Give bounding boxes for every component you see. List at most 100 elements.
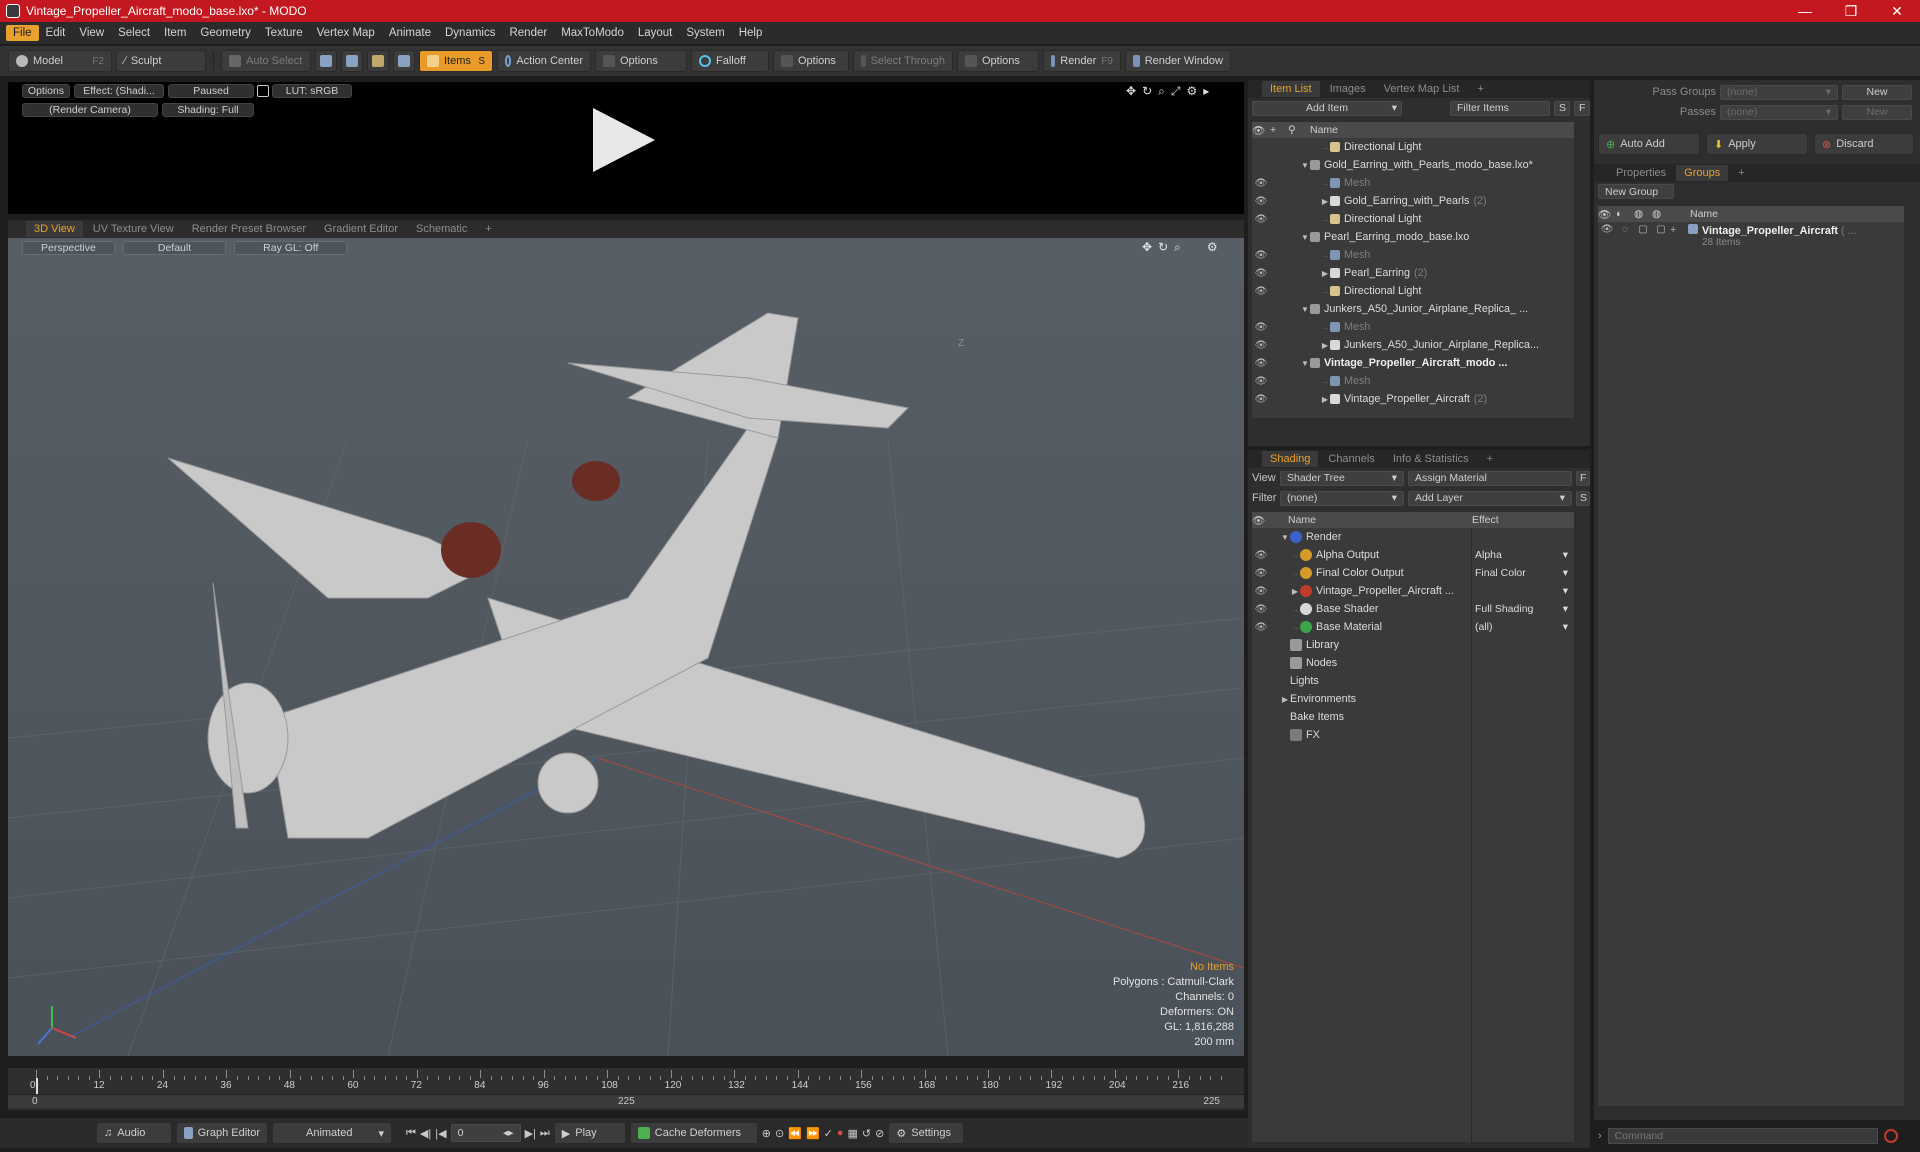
- menu-animate[interactable]: Animate: [382, 25, 438, 41]
- key-next-icon[interactable]: ⏩: [806, 1127, 820, 1140]
- item-list-row[interactable]: 👁 → Mesh: [1252, 372, 1574, 390]
- item-list-row[interactable]: 👁 ▶ Vintage_Propeller_Aircraft (2): [1252, 390, 1574, 408]
- action-center-options-button[interactable]: Options: [595, 50, 687, 72]
- render-button[interactable]: Render F9: [1043, 50, 1121, 72]
- expand-arrow-icon[interactable]: ▶: [1320, 269, 1330, 278]
- shader-row[interactable]: Library: [1252, 636, 1574, 654]
- shader-tree[interactable]: 👁 Name Effect ▼ Render 👁 → Alpha Output Alpha ▾ 👁…: [1252, 512, 1574, 1142]
- group-row[interactable]: 👁 ◌ ▢ ▢ + Vintage_Propeller_Aircraft ( ... …: [1598, 222, 1904, 252]
- shader-row[interactable]: FX: [1252, 726, 1574, 744]
- shader-row[interactable]: ▼ Render: [1252, 528, 1574, 546]
- auto-select-button[interactable]: Auto Select: [221, 50, 311, 72]
- menu-maxtomodo[interactable]: MaxToModo: [554, 25, 631, 41]
- apply-button[interactable]: ⬇ Apply: [1706, 133, 1808, 155]
- item-list-row[interactable]: ▼ Pearl_Earring_modo_base.lxo: [1252, 228, 1574, 246]
- item-list-row[interactable]: 👁 ▶ Pearl_Earring (2): [1252, 264, 1574, 282]
- render-window-button[interactable]: Render Window: [1125, 50, 1231, 72]
- tab-properties[interactable]: Properties: [1608, 165, 1674, 181]
- raygl-dropdown[interactable]: Ray GL: Off: [234, 241, 348, 255]
- timeline[interactable]: 0 12 24 36 48 60 72 84 96 108 120 132 144 156 168 180 19…: [8, 1068, 1244, 1110]
- graph-editor-button[interactable]: Graph Editor: [176, 1122, 268, 1144]
- tab-vertex-map-list[interactable]: Vertex Map List: [1376, 81, 1468, 97]
- item-list-row[interactable]: ▼ Junkers_A50_Junior_Airplane_Replica_ ..…: [1252, 300, 1574, 318]
- expand-arrow-icon[interactable]: ▶: [1320, 395, 1330, 404]
- rotate-icon[interactable]: ↻: [1142, 84, 1152, 99]
- auto-add-button[interactable]: ⊕ Auto Add: [1598, 133, 1700, 155]
- eye-icon[interactable]: 👁: [1252, 178, 1270, 189]
- item-list-row[interactable]: 👁 → Mesh: [1252, 246, 1574, 264]
- effect-dropdown[interactable]: (all) ▾: [1472, 618, 1572, 636]
- menu-file[interactable]: File: [6, 25, 39, 41]
- item-list-row[interactable]: 👁 → Mesh: [1252, 318, 1574, 336]
- eye-icon[interactable]: 👁: [1252, 286, 1270, 297]
- default-dropdown[interactable]: Default: [122, 241, 227, 255]
- item-list-row[interactable]: → Directional Light: [1252, 138, 1574, 156]
- expand-arrow-icon[interactable]: ▶: [1290, 587, 1300, 596]
- menu-item[interactable]: Item: [157, 25, 193, 41]
- shader-row[interactable]: 👁 → Alpha Output Alpha ▾: [1252, 546, 1574, 564]
- preview-options-button[interactable]: Options: [22, 84, 70, 98]
- menu-texture[interactable]: Texture: [258, 25, 310, 41]
- shader-row[interactable]: Lights: [1252, 672, 1574, 690]
- shader-row[interactable]: 👁 → Base Shader Full Shading ▾: [1252, 600, 1574, 618]
- audio-button[interactable]: ♫ Audio: [96, 1122, 172, 1144]
- tab-item-list[interactable]: Item List: [1262, 81, 1320, 97]
- expand-arrow-icon[interactable]: ▶: [1280, 695, 1290, 704]
- expand-arrow-icon[interactable]: ▶: [1320, 197, 1330, 206]
- tab-channels[interactable]: Channels: [1320, 451, 1382, 467]
- falloff-button[interactable]: Falloff: [691, 50, 769, 72]
- eye-icon[interactable]: 👁: [1252, 250, 1270, 261]
- menu-edit[interactable]: Edit: [39, 25, 73, 41]
- animated-dropdown[interactable]: Animated ▾: [272, 1122, 392, 1144]
- expand-arrow-icon[interactable]: ▼: [1300, 305, 1310, 314]
- minimize-button[interactable]: —: [1782, 0, 1828, 22]
- move-icon[interactable]: ✥: [1126, 84, 1136, 99]
- render-icon[interactable]: ◌: [1616, 224, 1634, 235]
- tab-add[interactable]: +: [1469, 81, 1491, 97]
- eye-icon[interactable]: 👁: [1252, 586, 1270, 597]
- menu-view[interactable]: View: [72, 25, 111, 41]
- gear-icon[interactable]: ⚙: [1186, 84, 1197, 99]
- filter-icon[interactable]: ▦: [848, 1127, 858, 1140]
- eye-icon[interactable]: 👁: [1252, 550, 1270, 561]
- perspective-dropdown[interactable]: Perspective: [22, 241, 115, 255]
- filter-items-field[interactable]: Filter Items: [1450, 100, 1550, 116]
- zoom-icon[interactable]: ⌕: [1174, 240, 1181, 255]
- last-frame-icon[interactable]: ⏭: [540, 1127, 550, 1140]
- item-list-row[interactable]: 👁 → Directional Light: [1252, 210, 1574, 228]
- item-list-row[interactable]: 👁 ▶ Junkers_A50_Junior_Airplane_Replica...: [1252, 336, 1574, 354]
- first-frame-icon[interactable]: ⏮: [406, 1127, 416, 1140]
- arrow-right-icon[interactable]: ▸: [1203, 84, 1209, 99]
- select-box[interactable]: ▢: [1652, 224, 1670, 235]
- auto-key-icon[interactable]: ⊙: [775, 1127, 784, 1140]
- command-input[interactable]: [1607, 1128, 1878, 1144]
- eye-icon[interactable]: 👁: [1252, 196, 1270, 207]
- item-list-row[interactable]: ▼ Gold_Earring_with_Pearls_modo_base.lxo*: [1252, 156, 1574, 174]
- polygons-mode-button[interactable]: [367, 50, 389, 72]
- eye-icon[interactable]: 👁: [1252, 394, 1270, 405]
- eye-icon[interactable]: 👁: [1252, 622, 1270, 633]
- falloff-options-button[interactable]: Options: [773, 50, 849, 72]
- filter-s-button[interactable]: S: [1554, 100, 1570, 116]
- item-list-row[interactable]: 👁 ▶ Gold_Earring_with_Pearls (2): [1252, 192, 1574, 210]
- eye-icon[interactable]: 👁: [1252, 376, 1270, 387]
- lock-icon[interactable]: [257, 85, 269, 97]
- menu-geometry[interactable]: Geometry: [193, 25, 258, 41]
- eye-icon[interactable]: 👁: [1252, 340, 1270, 351]
- lock-box[interactable]: ▢: [1634, 224, 1652, 235]
- tab-add[interactable]: +: [1479, 451, 1501, 467]
- menu-dynamics[interactable]: Dynamics: [438, 25, 502, 41]
- preview-camera-dropdown[interactable]: (Render Camera): [22, 103, 158, 117]
- eye-icon[interactable]: 👁: [1252, 322, 1270, 333]
- assign-material-button[interactable]: Assign Material: [1408, 470, 1572, 486]
- zoom-icon[interactable]: ⌕: [1158, 84, 1165, 99]
- gear-icon[interactable]: ⚙: [1207, 240, 1218, 255]
- expand-icon[interactable]: +: [1670, 224, 1688, 236]
- select-through-button[interactable]: Select Through: [853, 50, 953, 72]
- 3d-viewport[interactable]: Z Perspective Default Ray GL: Off ✥ ↻ ⌕ ⚙ N…: [8, 238, 1244, 1056]
- vertices-mode-button[interactable]: [315, 50, 337, 72]
- preview-paused-button[interactable]: Paused: [168, 84, 254, 98]
- discard-button[interactable]: ⊗ Discard: [1814, 133, 1914, 155]
- play-icon[interactable]: [593, 108, 655, 172]
- preview-shading-dropdown[interactable]: Shading: Full: [162, 103, 254, 117]
